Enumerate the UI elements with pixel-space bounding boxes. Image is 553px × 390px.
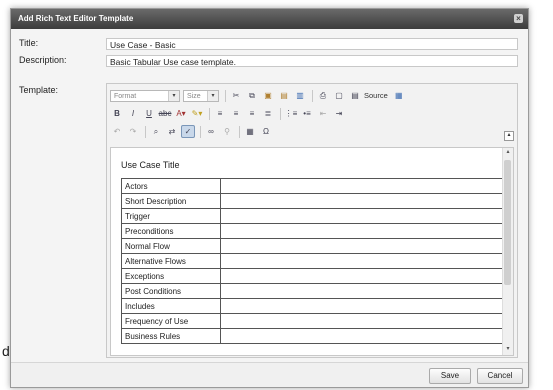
editor-content-area[interactable]: Use Case Title Actors Short Description Tr… — [110, 147, 514, 356]
unlink-icon[interactable]: ⚲ — [220, 125, 234, 138]
table-row: Post Conditions — [121, 283, 511, 299]
dialog-footer: Save Cancel — [11, 362, 528, 387]
table-cell-label[interactable]: Exceptions — [121, 268, 221, 284]
table-cell-label[interactable]: Trigger — [121, 208, 221, 224]
spellcheck-icon[interactable]: ✓ — [181, 125, 195, 138]
table-row: Short Description — [121, 193, 511, 209]
print-icon[interactable]: ⎙ — [316, 89, 330, 102]
add-template-dialog: Add Rich Text Editor Template × Title: U… — [10, 8, 529, 388]
find-icon[interactable]: ⌕ — [149, 125, 163, 138]
table-cell-value[interactable] — [220, 208, 511, 224]
description-field[interactable]: Basic Tabular Use case template. — [106, 55, 518, 67]
table-cell-value[interactable] — [220, 268, 511, 284]
toolbar-row-2: B I U abc A▾ ✎▾ ≡ ≡ ≡ ≣ ⋮≡ •≡ ⇤ ⇥ — [110, 106, 348, 121]
description-label: Description: — [19, 55, 67, 65]
use-case-table: Actors Short Description Trigger Preconditi… — [121, 178, 511, 344]
outdent-icon[interactable]: ⇤ — [316, 107, 330, 120]
italic-icon[interactable]: I — [126, 107, 140, 120]
table-row: Business Rules — [121, 328, 511, 344]
table-cell-label[interactable]: Alternative Flows — [121, 253, 221, 269]
scroll-up-icon[interactable]: ▴ — [503, 148, 513, 158]
paste-icon[interactable]: ▣ — [261, 89, 275, 102]
background-color-icon[interactable]: ✎▾ — [190, 107, 204, 120]
table-cell-label[interactable]: Normal Flow — [121, 238, 221, 254]
table-row: Preconditions — [121, 223, 511, 239]
stray-text: d — [2, 343, 10, 359]
table-cell-value[interactable] — [220, 238, 511, 254]
copy-icon[interactable]: ⧉ — [245, 89, 259, 102]
templates-icon[interactable]: ▦ — [392, 89, 406, 102]
table-cell-label[interactable]: Actors — [121, 178, 221, 194]
align-left-icon[interactable]: ≡ — [213, 107, 227, 120]
numbered-list-icon[interactable]: ⋮≡ — [284, 107, 298, 120]
link-icon[interactable]: ∞ — [204, 125, 218, 138]
chevron-down-icon: ▾ — [168, 90, 179, 101]
format-dropdown[interactable]: Format ▾ — [110, 89, 180, 102]
save-button[interactable]: Save — [429, 368, 471, 384]
table-row: Trigger — [121, 208, 511, 224]
table-cell-value[interactable] — [220, 223, 511, 239]
text-color-icon[interactable]: A▾ — [174, 107, 188, 120]
toolbar-row-3: ↶ ↷ ⌕ ⇄ ✓ ∞ ⚲ ▦ Ω — [110, 124, 275, 139]
editor-scrollbar[interactable]: ▴ ▾ — [502, 148, 513, 355]
document-heading: Use Case Title — [121, 160, 180, 170]
bulleted-list-icon[interactable]: •≡ — [300, 107, 314, 120]
table-row: Alternative Flows — [121, 253, 511, 269]
table-icon[interactable]: ▦ — [243, 125, 257, 138]
table-cell-label[interactable]: Frequency of Use — [121, 313, 221, 329]
size-dropdown[interactable]: Size ▾ — [183, 89, 219, 102]
paste-text-icon[interactable]: ▤ — [277, 89, 291, 102]
table-cell-label[interactable]: Short Description — [121, 193, 221, 209]
redo-icon[interactable]: ↷ — [126, 125, 140, 138]
align-center-icon[interactable]: ≡ — [229, 107, 243, 120]
table-row: Actors — [121, 178, 511, 194]
toolbar-row-1: Format ▾ Size ▾ ✂ ⧉ ▣ ▤ ▥ ⎙ ▢ ▤ Source ▦ — [110, 88, 408, 103]
table-cell-label[interactable]: Post Conditions — [121, 283, 221, 299]
source-button-label[interactable]: Source — [364, 91, 388, 100]
collapse-toolbar-icon[interactable]: ▴ — [504, 131, 514, 141]
source-icon[interactable]: ▤ — [348, 89, 362, 102]
align-right-icon[interactable]: ≡ — [245, 107, 259, 120]
bold-icon[interactable]: B — [110, 107, 124, 120]
underline-icon[interactable]: U — [142, 107, 156, 120]
table-cell-label[interactable]: Includes — [121, 298, 221, 314]
strikethrough-icon[interactable]: abc — [158, 107, 172, 120]
dialog-titlebar: Add Rich Text Editor Template × — [11, 9, 528, 29]
cancel-button[interactable]: Cancel — [477, 368, 523, 384]
table-cell-value[interactable] — [220, 328, 511, 344]
replace-icon[interactable]: ⇄ — [165, 125, 179, 138]
table-cell-value[interactable] — [220, 313, 511, 329]
table-cell-value[interactable] — [220, 193, 511, 209]
justify-icon[interactable]: ≣ — [261, 107, 275, 120]
template-label: Template: — [19, 85, 59, 95]
table-cell-value[interactable] — [220, 298, 511, 314]
paste-word-icon[interactable]: ▥ — [293, 89, 307, 102]
table-cell-label[interactable]: Business Rules — [121, 328, 221, 344]
chevron-down-icon: ▾ — [207, 90, 218, 101]
special-char-icon[interactable]: Ω — [259, 125, 273, 138]
title-field[interactable]: Use Case - Basic — [106, 38, 518, 50]
cut-icon[interactable]: ✂ — [229, 89, 243, 102]
close-icon[interactable]: × — [514, 14, 523, 23]
table-row: Frequency of Use — [121, 313, 511, 329]
dialog-title: Add Rich Text Editor Template — [18, 14, 134, 23]
table-cell-label[interactable]: Preconditions — [121, 223, 221, 239]
table-cell-value[interactable] — [220, 178, 511, 194]
indent-icon[interactable]: ⇥ — [332, 107, 346, 120]
table-row: Includes — [121, 298, 511, 314]
table-row: Normal Flow — [121, 238, 511, 254]
table-cell-value[interactable] — [220, 253, 511, 269]
scroll-down-icon[interactable]: ▾ — [503, 345, 513, 355]
rich-text-editor: Format ▾ Size ▾ ✂ ⧉ ▣ ▤ ▥ ⎙ ▢ ▤ Source ▦ B… — [106, 83, 518, 358]
undo-icon[interactable]: ↶ — [110, 125, 124, 138]
preview-icon[interactable]: ▢ — [332, 89, 346, 102]
table-cell-value[interactable] — [220, 283, 511, 299]
table-row: Exceptions — [121, 268, 511, 284]
title-label: Title: — [19, 38, 39, 48]
scrollbar-thumb[interactable] — [504, 160, 511, 285]
